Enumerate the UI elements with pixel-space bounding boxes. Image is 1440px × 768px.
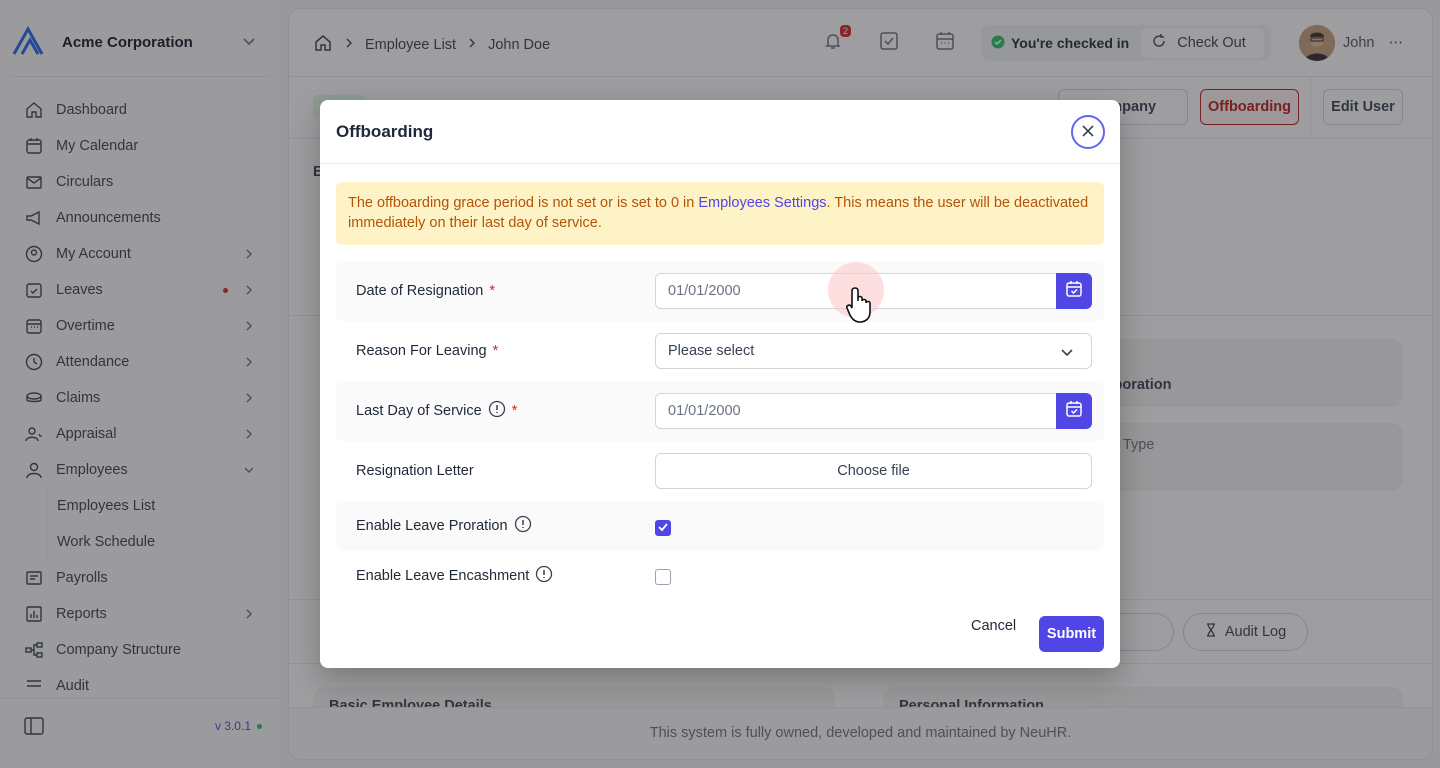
select-value: Please select xyxy=(668,343,755,359)
field-label: Last Day of Service xyxy=(356,403,482,419)
resignation-date-label: Date of Resignation * xyxy=(356,283,656,299)
info-icon[interactable] xyxy=(535,565,553,587)
leave-encashment-label: Enable Leave Encashment xyxy=(356,565,656,587)
date-picker-button[interactable] xyxy=(1056,273,1092,309)
leave-proration-label: Enable Leave Proration xyxy=(356,515,656,537)
calendar-check-icon xyxy=(1065,280,1083,302)
required-marker: * xyxy=(511,403,518,419)
leave-encashment-checkbox[interactable] xyxy=(655,569,671,585)
field-label: Reason For Leaving xyxy=(356,343,487,359)
chevron-down-icon xyxy=(1059,344,1075,364)
date-placeholder: 01/01/2000 xyxy=(668,403,741,419)
required-marker: * xyxy=(492,343,499,359)
reason-select[interactable]: Please select xyxy=(655,333,1092,369)
close-icon xyxy=(1081,124,1095,141)
modal-header: Offboarding xyxy=(320,100,1120,164)
info-icon[interactable] xyxy=(488,400,506,422)
info-icon[interactable] xyxy=(514,515,532,537)
field-label: Enable Leave Encashment xyxy=(356,568,530,584)
field-label: Resignation Letter xyxy=(356,463,474,479)
modal-title: Offboarding xyxy=(336,122,434,141)
choose-file-button[interactable]: Choose file xyxy=(655,453,1092,489)
reason-label: Reason For Leaving * xyxy=(356,343,656,359)
resignation-letter-row: Resignation Letter Choose file xyxy=(336,441,1104,501)
required-marker: * xyxy=(489,283,496,299)
resignation-date-row: Date of Resignation * 01/01/2000 xyxy=(336,261,1104,321)
resignation-letter-label: Resignation Letter xyxy=(356,463,656,479)
alert-text-before: The offboarding grace period is not set … xyxy=(348,195,699,211)
last-day-row: Last Day of Service * 01/01/2000 xyxy=(336,381,1104,441)
date-picker-button[interactable] xyxy=(1056,393,1092,429)
field-label: Enable Leave Proration xyxy=(356,518,508,534)
calendar-check-icon xyxy=(1065,400,1083,422)
hand-pointer-icon xyxy=(846,286,882,327)
employees-settings-link[interactable]: Employees Settings xyxy=(698,195,826,211)
leave-proration-checkbox[interactable] xyxy=(655,520,671,536)
leave-encashment-row: Enable Leave Encashment xyxy=(336,551,1104,601)
submit-button[interactable]: Submit xyxy=(1039,616,1104,652)
offboarding-modal: Offboarding The offboarding grace period… xyxy=(320,100,1120,668)
field-label: Date of Resignation xyxy=(356,283,484,299)
submit-label: Submit xyxy=(1046,626,1097,642)
leave-proration-row: Enable Leave Proration xyxy=(336,501,1104,551)
close-button[interactable] xyxy=(1071,115,1105,149)
mouse-cursor xyxy=(828,262,884,323)
date-placeholder: 01/01/2000 xyxy=(668,283,741,299)
reason-row: Reason For Leaving * Please select xyxy=(336,321,1104,381)
grace-period-alert: The offboarding grace period is not set … xyxy=(336,182,1104,245)
checkmark-icon xyxy=(657,520,669,536)
choose-file-label: Choose file xyxy=(837,463,910,479)
last-day-label: Last Day of Service * xyxy=(356,400,656,422)
cancel-label: Cancel xyxy=(971,618,1017,634)
cancel-button[interactable]: Cancel xyxy=(971,618,1016,634)
last-day-input[interactable]: 01/01/2000 xyxy=(655,393,1092,429)
